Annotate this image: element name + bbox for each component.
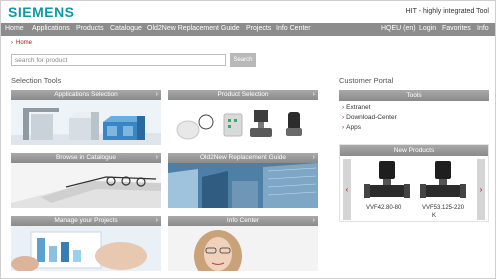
support-agent-illustration <box>168 226 318 271</box>
chevron-right-icon: › <box>312 217 315 224</box>
carousel-next-button[interactable]: › <box>477 159 485 220</box>
tile-label: Browse in Catalogue <box>56 154 116 161</box>
arrow-right-icon: › <box>11 40 13 46</box>
buildings-illustration <box>168 163 318 208</box>
nav-login[interactable]: Login <box>419 25 436 32</box>
new-products-panel: New Products ‹ › VVF42.80-80 VVF53.125-2… <box>339 144 489 222</box>
link-apps[interactable]: › Apps <box>342 124 361 131</box>
tile-header[interactable]: Product Selection › <box>168 90 318 100</box>
app-tagline: HIT - highly integrated Tool <box>405 8 489 15</box>
tile-header[interactable]: Manage your Projects › <box>11 216 161 226</box>
valve-product-1-image[interactable] <box>362 161 412 201</box>
nav-catalogue[interactable]: Catalogue <box>110 25 142 32</box>
nav-home[interactable]: Home <box>5 25 24 32</box>
chevron-right-icon: › <box>155 91 158 98</box>
nav-projects[interactable]: Projects <box>246 25 271 32</box>
tile-header[interactable]: Old2New Replacement Guide › <box>168 153 318 163</box>
tile-label: Product Selection <box>217 91 269 98</box>
arrow-right-icon: › <box>342 104 345 111</box>
selection-tools-title: Selection Tools <box>11 76 62 85</box>
brand-bar: SIEMENS HIT - highly integrated Tool <box>1 1 495 23</box>
chevron-right-icon: › <box>312 154 315 161</box>
search-button[interactable]: Search <box>230 53 256 67</box>
tile-label: Applications Selection <box>54 91 118 98</box>
arrow-right-icon: › <box>342 114 345 121</box>
valve-product-2-image[interactable] <box>418 161 468 201</box>
search-input[interactable]: search for product <box>11 54 226 66</box>
customer-portal-title: Customer Portal <box>339 76 394 85</box>
tile-header[interactable]: Info Center › <box>168 216 318 226</box>
tile-applications-selection[interactable]: Applications Selection › <box>11 90 161 145</box>
tools-header: Tools <box>339 90 489 101</box>
link-extranet[interactable]: › Extranet <box>342 104 370 111</box>
tile-label: Manage your Projects <box>54 217 118 224</box>
nav-favorites[interactable]: Favorites <box>442 25 471 32</box>
binder-illustration <box>11 163 161 208</box>
breadcrumb-home[interactable]: Home <box>16 40 32 46</box>
product-2-label-continued[interactable]: K <box>432 213 436 219</box>
nav-old2new[interactable]: Old2New Replacement Guide <box>147 25 240 32</box>
carousel-prev-button[interactable]: ‹ <box>343 159 351 220</box>
nav-info-center[interactable]: Info Center <box>276 25 311 32</box>
main-navigation: Home Applications Products Catalogue Old… <box>1 23 495 36</box>
new-products-header: New Products <box>340 145 488 156</box>
chevron-right-icon: › <box>155 217 158 224</box>
product-1-label[interactable]: VVF42.80-80 <box>366 205 401 211</box>
nav-language[interactable]: HQEU (en) <box>381 25 416 32</box>
nav-info[interactable]: Info <box>477 25 489 32</box>
tile-browse-catalogue[interactable]: Browse in Catalogue › <box>11 153 161 208</box>
browser-page: SIEMENS HIT - highly integrated Tool Hom… <box>0 0 496 279</box>
building-illustration <box>11 100 161 145</box>
tile-header[interactable]: Applications Selection › <box>11 90 161 100</box>
product-illustration <box>168 100 318 145</box>
tile-header[interactable]: Browse in Catalogue › <box>11 153 161 163</box>
arrow-right-icon: › <box>342 124 345 131</box>
tile-manage-projects[interactable]: Manage your Projects › <box>11 216 161 271</box>
tile-product-selection[interactable]: Product Selection › <box>168 90 318 145</box>
tile-label: Old2New Replacement Guide <box>200 154 286 161</box>
tools-panel: Tools › Extranet › Download-Center › Apps <box>339 90 489 136</box>
breadcrumb[interactable]: › Home <box>11 40 32 46</box>
tile-info-center[interactable]: Info Center › <box>168 216 318 271</box>
siemens-logo[interactable]: SIEMENS <box>8 4 75 20</box>
chevron-right-icon: › <box>155 154 158 161</box>
nav-applications[interactable]: Applications <box>32 25 70 32</box>
projects-illustration <box>11 226 161 271</box>
nav-products[interactable]: Products <box>76 25 104 32</box>
tile-label: Info Center <box>226 217 260 224</box>
link-download-center[interactable]: › Download-Center <box>342 114 397 121</box>
product-2-label[interactable]: VVF53.125-220 <box>422 205 464 211</box>
chevron-right-icon: › <box>312 91 315 98</box>
tile-old2new-guide[interactable]: Old2New Replacement Guide › <box>168 153 318 208</box>
